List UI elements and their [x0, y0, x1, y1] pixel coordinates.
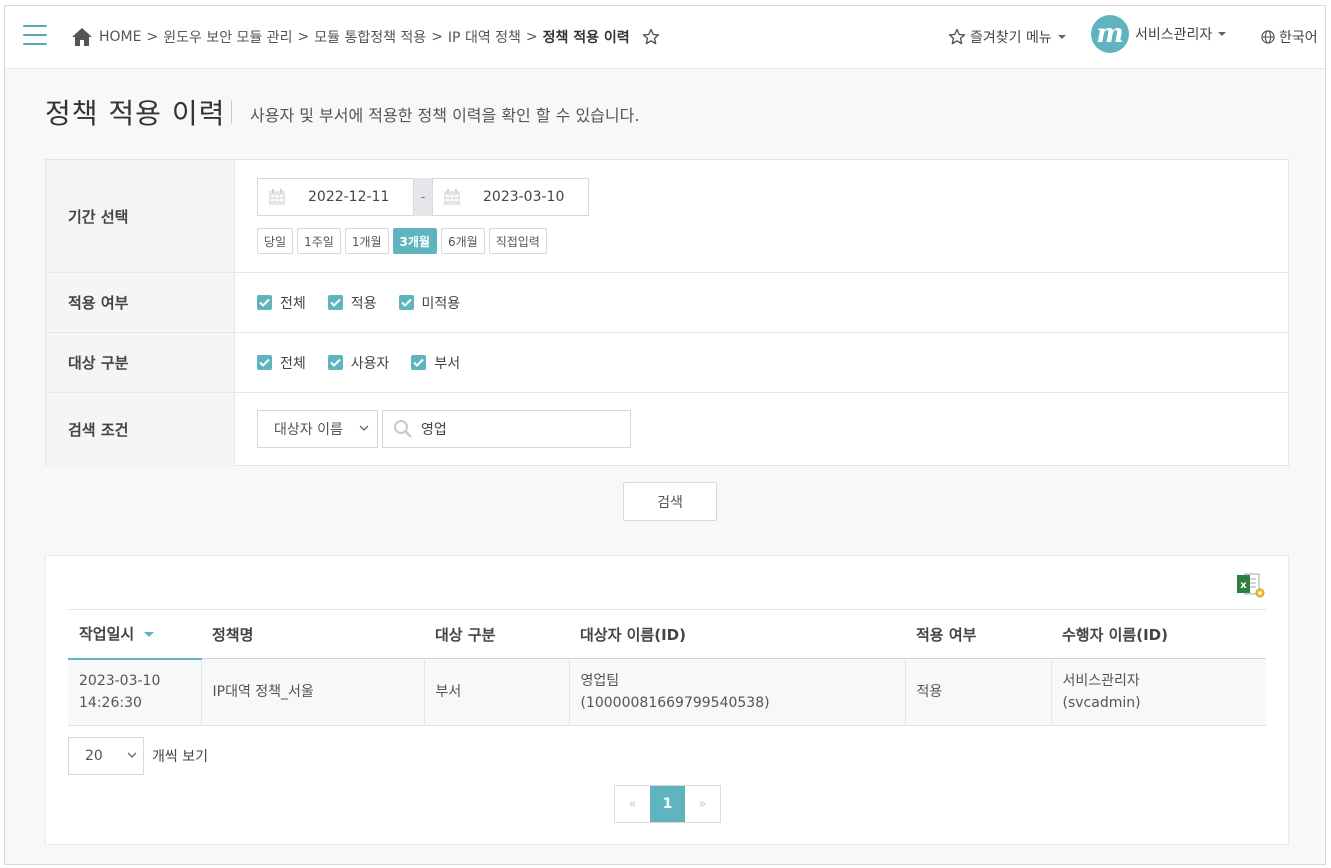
filter-row-search: 검색 조건 대상자 이름 — [46, 393, 1288, 466]
avatar: m — [1091, 15, 1129, 53]
favorites-menu[interactable]: 즐겨찾기 메뉴 — [948, 27, 1066, 47]
target-label: 대상 구분 — [46, 333, 235, 392]
next-page-button[interactable]: » — [685, 786, 720, 822]
search-icon — [394, 420, 412, 438]
apply-label: 적용 여부 — [46, 273, 235, 332]
breadcrumb-item[interactable]: 윈도우 보안 모듈 관리 — [163, 27, 292, 47]
period-custom-button[interactable]: 직접입력 — [488, 228, 547, 254]
prev-page-button[interactable]: « — [615, 786, 650, 822]
table-header-row: 작업일시 정책명 대상 구분 대상자 이름(ID) 적용 여부 수행자 이름(I… — [68, 609, 1266, 660]
language-selector[interactable]: 한국어 — [1261, 27, 1318, 47]
filter-panel: 기간 선택 2022-12-11 - 2023-03-10 당일 1주일 1개월… — [45, 159, 1289, 466]
user-name: 서비스관리자 — [1135, 27, 1213, 43]
check-icon — [327, 295, 343, 310]
cell-date: 2023-03-10 14:26:30 — [68, 658, 202, 726]
filter-row-apply: 적용 여부 전체 적용 미적용 — [46, 273, 1288, 333]
period-1month-button[interactable]: 1개월 — [344, 228, 389, 254]
cell-target-type: 부서 — [424, 658, 570, 726]
breadcrumb-current: 정책 적용 이력 — [542, 30, 630, 46]
col-target-type-header[interactable]: 대상 구분 — [424, 609, 569, 659]
top-bar: HOME > 윈도우 보안 모듈 관리 > 모듈 통합정책 적용 > IP 대역… — [5, 6, 1325, 69]
filter-row-period: 기간 선택 2022-12-11 - 2023-03-10 당일 1주일 1개월… — [46, 160, 1288, 273]
search-button[interactable]: 검색 — [623, 482, 717, 521]
page-title: 정책 적용 이력 — [45, 97, 226, 130]
calendar-icon — [444, 189, 460, 205]
col-target-name-header[interactable]: 대상자 이름(ID) — [569, 609, 905, 659]
sort-down-icon — [144, 632, 155, 638]
menu-icon[interactable] — [23, 25, 47, 45]
col-actor-header[interactable]: 수행자 이름(ID) — [1051, 609, 1266, 659]
filter-row-target: 대상 구분 전체 사용자 부서 — [46, 333, 1288, 393]
caret-down-icon — [1057, 35, 1066, 39]
check-icon — [327, 355, 343, 370]
page-size-control: 20 개씩 보기 — [68, 737, 208, 775]
favorites-label: 즐겨찾기 메뉴 — [970, 30, 1052, 46]
period-today-button[interactable]: 당일 — [257, 228, 294, 254]
period-6month-button[interactable]: 6개월 — [440, 228, 485, 254]
check-icon — [411, 355, 427, 370]
check-icon — [257, 295, 272, 310]
col-policy-header[interactable]: 정책명 — [201, 609, 424, 659]
date-to-value: 2023-03-10 — [483, 189, 565, 205]
star-icon — [948, 28, 966, 45]
page-size-select[interactable]: 20 — [68, 737, 144, 775]
chevron-down-icon — [359, 425, 369, 431]
app-frame: HOME > 윈도우 보안 모듈 관리 > 모듈 통합정책 적용 > IP 대역… — [4, 5, 1326, 865]
date-to-field[interactable]: 2023-03-10 — [432, 178, 589, 216]
user-menu[interactable]: m 서비스관리자 — [1091, 15, 1227, 53]
date-separator: - — [414, 178, 432, 216]
cell-applied: 적용 — [905, 658, 1052, 726]
title-divider — [231, 100, 232, 124]
results-panel: x 작업일시 정책명 대상 구분 대상자 이름(ID) 적용 여부 수행자 이름… — [45, 555, 1289, 845]
page-size-label: 개씩 보기 — [152, 749, 208, 765]
star-icon[interactable] — [642, 28, 660, 46]
caret-down-icon — [1218, 32, 1227, 36]
target-all-checkbox[interactable]: 전체 — [257, 353, 306, 373]
calendar-icon — [269, 189, 285, 205]
breadcrumb-item[interactable]: IP 대역 정책 — [448, 27, 521, 47]
search-field-select[interactable]: 대상자 이름 — [257, 410, 378, 448]
globe-icon — [1261, 30, 1275, 44]
chevron-down-icon — [127, 752, 137, 758]
breadcrumb-item[interactable]: 모듈 통합정책 적용 — [314, 27, 426, 47]
check-icon — [257, 355, 272, 370]
date-from-value: 2022-12-11 — [308, 189, 390, 205]
date-range: 2022-12-11 - 2023-03-10 — [257, 178, 589, 216]
table-row[interactable]: 2023-03-10 14:26:30 IP대역 정책_서울 부서 영업팀 (100… — [68, 658, 1266, 726]
check-icon — [398, 295, 414, 310]
col-date-header[interactable]: 작업일시 — [68, 609, 201, 660]
excel-icon[interactable]: x — [1236, 572, 1266, 598]
date-from-field[interactable]: 2022-12-11 — [257, 178, 414, 216]
apply-all-checkbox[interactable]: 전체 — [257, 293, 306, 313]
apply-applied-checkbox[interactable]: 적용 — [327, 293, 377, 313]
target-dept-checkbox[interactable]: 부서 — [411, 353, 460, 373]
breadcrumb-home[interactable]: HOME — [99, 29, 141, 45]
period-label: 기간 선택 — [46, 160, 235, 272]
svg-text:x: x — [1240, 580, 1247, 591]
target-user-checkbox[interactable]: 사용자 — [327, 353, 389, 373]
search-input-box — [382, 410, 631, 448]
pagination: « 1 » — [614, 785, 721, 823]
cell-target-name: 영업팀 (10000081669799540538) — [569, 658, 906, 726]
search-input[interactable] — [421, 421, 611, 437]
breadcrumb: HOME > 윈도우 보안 모듈 관리 > 모듈 통합정책 적용 > IP 대역… — [71, 27, 660, 47]
cell-actor: 서비스관리자 (svcadmin) — [1051, 658, 1266, 726]
page-1-button[interactable]: 1 — [650, 786, 685, 822]
apply-not-applied-checkbox[interactable]: 미적용 — [398, 293, 460, 313]
period-1week-button[interactable]: 1주일 — [297, 228, 341, 254]
period-3month-button[interactable]: 3개월 — [392, 228, 437, 254]
language-label: 한국어 — [1279, 30, 1318, 46]
page-description: 사용자 및 부서에 적용한 정책 이력을 확인 할 수 있습니다. — [250, 106, 640, 125]
home-icon[interactable] — [71, 27, 93, 47]
results-table: 작업일시 정책명 대상 구분 대상자 이름(ID) 적용 여부 수행자 이름(I… — [68, 609, 1266, 726]
cell-policy: IP대역 정책_서울 — [201, 658, 425, 726]
period-buttons: 당일 1주일 1개월 3개월 6개월 직접입력 — [257, 228, 551, 254]
col-applied-header[interactable]: 적용 여부 — [905, 609, 1051, 659]
search-label: 검색 조건 — [46, 393, 235, 466]
